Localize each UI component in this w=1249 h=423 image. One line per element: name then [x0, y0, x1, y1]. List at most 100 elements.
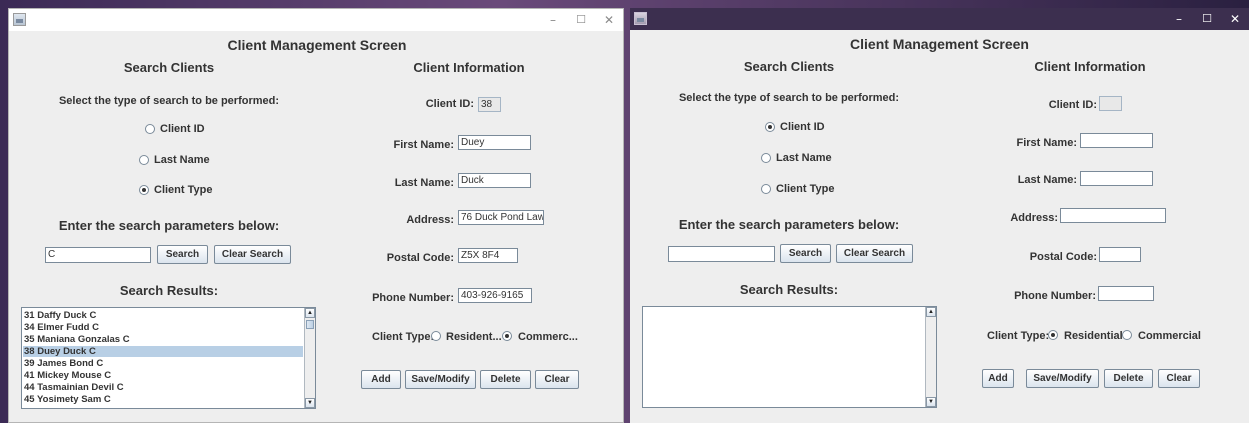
- list-item[interactable]: 35 Maniana Gonzalas C: [23, 334, 303, 345]
- postal-code-label: Postal Code:: [1029, 251, 1097, 263]
- search-clients-heading: Search Clients: [123, 60, 215, 75]
- radio-residential[interactable]: [431, 331, 441, 341]
- scroll-up-arrow-icon[interactable]: ▲: [926, 307, 936, 317]
- page-title: Client Management Screen: [850, 36, 1029, 52]
- radio-last-name-label: Last Name: [776, 152, 832, 164]
- save-modify-button[interactable]: Save/Modify: [405, 370, 476, 389]
- radio-last-name-label: Last Name: [154, 154, 210, 166]
- delete-button[interactable]: Delete: [480, 370, 531, 389]
- radio-client-id[interactable]: [765, 122, 775, 132]
- radio-commercial-label: Commerc...: [518, 331, 578, 343]
- last-name-field[interactable]: Duck: [458, 173, 531, 188]
- postal-code-label: Postal Code:: [386, 252, 454, 264]
- add-button[interactable]: Add: [361, 370, 401, 389]
- search-button[interactable]: Search: [157, 245, 208, 264]
- client-id-field[interactable]: [1099, 96, 1122, 111]
- search-results-heading: Search Results:: [739, 282, 839, 297]
- scroll-up-arrow-icon[interactable]: ▲: [305, 308, 315, 318]
- list-item[interactable]: 39 James Bond C: [23, 358, 303, 369]
- radio-last-name[interactable]: [761, 153, 771, 163]
- first-name-field[interactable]: Duey: [458, 135, 531, 150]
- client-type-label: Client Type:: [372, 331, 435, 343]
- list-item[interactable]: 34 Elmer Fudd C: [23, 322, 303, 333]
- vertical-scrollbar[interactable]: ▲ ▼: [304, 308, 315, 408]
- list-item[interactable]: 31 Daffy Duck C: [23, 310, 303, 321]
- save-modify-button[interactable]: Save/Modify: [1026, 369, 1099, 388]
- vertical-scrollbar[interactable]: ▲ ▼: [925, 307, 936, 407]
- first-name-field[interactable]: [1080, 133, 1153, 148]
- address-label: Address:: [406, 214, 454, 226]
- minimize-icon[interactable]: –: [1165, 8, 1193, 30]
- radio-client-type[interactable]: [761, 184, 771, 194]
- client-id-label: Client ID:: [425, 98, 474, 110]
- add-button[interactable]: Add: [982, 369, 1014, 388]
- search-input[interactable]: [668, 246, 775, 262]
- client-type-label: Client Type:: [987, 330, 1050, 342]
- radio-client-id-label: Client ID: [780, 121, 825, 133]
- list-item[interactable]: 44 Tasmainian Devil C: [23, 382, 303, 393]
- search-clients-heading: Search Clients: [743, 59, 835, 74]
- maximize-icon[interactable]: ☐: [1193, 8, 1221, 30]
- scroll-down-arrow-icon[interactable]: ▼: [305, 398, 315, 408]
- java-app-icon: [13, 13, 26, 26]
- search-type-prompt: Select the type of search to be performe…: [58, 95, 280, 107]
- radio-client-id-label: Client ID: [160, 123, 205, 135]
- radio-client-type[interactable]: [139, 185, 149, 195]
- radio-residential[interactable]: [1048, 330, 1058, 340]
- search-results-list[interactable]: ▲ ▼: [642, 306, 937, 408]
- search-input[interactable]: C: [45, 247, 151, 263]
- radio-client-type-label: Client Type: [154, 184, 213, 196]
- last-name-label: Last Name:: [1017, 174, 1077, 186]
- scroll-down-arrow-icon[interactable]: ▼: [926, 397, 936, 407]
- search-params-prompt: Enter the search parameters below:: [678, 217, 900, 232]
- clear-button[interactable]: Clear: [1158, 369, 1200, 388]
- close-icon[interactable]: ✕: [595, 9, 623, 31]
- radio-commercial[interactable]: [502, 331, 512, 341]
- title-bar[interactable]: – ☐ ✕: [9, 9, 623, 31]
- search-params-prompt: Enter the search parameters below:: [58, 218, 280, 233]
- search-results-heading: Search Results:: [119, 283, 219, 298]
- radio-last-name[interactable]: [139, 155, 149, 165]
- postal-code-field[interactable]: [1099, 247, 1141, 262]
- page-title: Client Management Screen: [227, 37, 407, 53]
- search-button[interactable]: Search: [780, 244, 831, 263]
- list-item[interactable]: 41 Mickey Mouse C: [23, 370, 303, 381]
- list-item[interactable]: 45 Yosimety Sam C: [23, 394, 303, 405]
- radio-residential-label: Resident...: [446, 331, 502, 343]
- radio-residential-label: Residential: [1064, 330, 1123, 342]
- phone-number-label: Phone Number:: [372, 292, 454, 304]
- last-name-label: Last Name:: [394, 177, 454, 189]
- search-results-list[interactable]: 31 Daffy Duck C 34 Elmer Fudd C 35 Mania…: [21, 307, 316, 409]
- scroll-thumb[interactable]: [306, 320, 314, 329]
- list-item-selected[interactable]: 38 Duey Duck C: [23, 346, 303, 357]
- clear-search-button[interactable]: Clear Search: [836, 244, 913, 263]
- delete-button[interactable]: Delete: [1104, 369, 1153, 388]
- radio-client-id[interactable]: [145, 124, 155, 134]
- search-type-prompt: Select the type of search to be performe…: [678, 92, 900, 104]
- minimize-icon[interactable]: –: [539, 9, 567, 31]
- client-id-label: Client ID:: [1048, 99, 1097, 111]
- client-management-window-2: – ☐ ✕ Client Management Screen Search Cl…: [630, 8, 1249, 423]
- first-name-label: First Name:: [1016, 137, 1077, 149]
- radio-commercial-label: Commercial: [1138, 330, 1201, 342]
- close-icon[interactable]: ✕: [1221, 8, 1249, 30]
- address-field[interactable]: 76 Duck Pond Lawn: [458, 210, 544, 225]
- client-info-heading: Client Information: [1034, 59, 1146, 74]
- radio-commercial[interactable]: [1122, 330, 1132, 340]
- first-name-label: First Name:: [393, 139, 454, 151]
- maximize-icon[interactable]: ☐: [567, 9, 595, 31]
- phone-number-label: Phone Number:: [1014, 290, 1096, 302]
- clear-search-button[interactable]: Clear Search: [214, 245, 291, 264]
- title-bar[interactable]: – ☐ ✕: [630, 8, 1249, 30]
- postal-code-field[interactable]: Z5X 8F4: [458, 248, 518, 263]
- last-name-field[interactable]: [1080, 171, 1153, 186]
- address-label: Address:: [1010, 212, 1058, 224]
- client-management-window-1: – ☐ ✕ Client Management Screen Search Cl…: [8, 8, 624, 423]
- phone-number-field[interactable]: 403-926-9165: [458, 288, 532, 303]
- client-id-field[interactable]: 38: [478, 97, 501, 112]
- java-app-icon: [634, 12, 647, 25]
- radio-client-type-label: Client Type: [776, 183, 835, 195]
- address-field[interactable]: [1060, 208, 1166, 223]
- phone-number-field[interactable]: [1098, 286, 1154, 301]
- clear-button[interactable]: Clear: [535, 370, 579, 389]
